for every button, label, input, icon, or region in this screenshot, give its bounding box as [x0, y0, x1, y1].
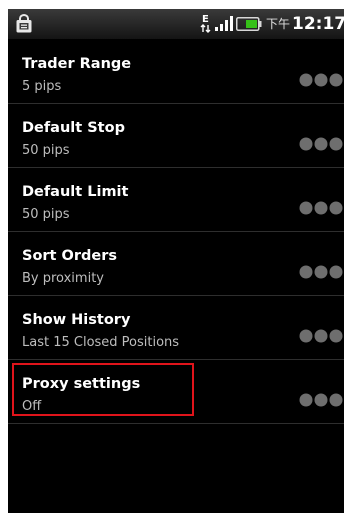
setting-title: Sort Orders — [22, 248, 118, 264]
status-ampm: 下午 — [266, 17, 291, 31]
data-arrows-icon: E — [200, 14, 211, 33]
status-clock: 12:17 — [292, 14, 344, 34]
setting-title: Proxy settings — [22, 376, 141, 392]
setting-summary: 5 pips — [22, 79, 62, 94]
setting-title: Default Stop — [22, 120, 125, 136]
phone-screen: E 下午 12:17 Trader Range 5 pips Default S… — [8, 9, 344, 513]
setting-title: Default Limit — [22, 184, 129, 200]
shopping-bag-icon — [16, 14, 32, 33]
setting-summary: By proximity — [22, 271, 104, 286]
setting-summary: Off — [22, 399, 42, 414]
more-dots-icon — [299, 201, 343, 215]
setting-proxy-settings[interactable]: Proxy settings Off — [8, 360, 344, 424]
battery-icon — [236, 17, 262, 31]
more-dots-icon — [299, 137, 343, 151]
more-dots-icon — [299, 329, 343, 343]
network-type-label: E — [202, 14, 209, 25]
more-dots-icon — [299, 265, 343, 279]
setting-title: Show History — [22, 312, 131, 328]
setting-summary: 50 pips — [22, 207, 70, 222]
more-dots-icon — [299, 393, 343, 407]
setting-sort-orders[interactable]: Sort Orders By proximity — [8, 232, 344, 296]
setting-default-stop[interactable]: Default Stop 50 pips — [8, 104, 344, 168]
setting-default-limit[interactable]: Default Limit 50 pips — [8, 168, 344, 232]
setting-show-history[interactable]: Show History Last 15 Closed Positions — [8, 296, 344, 360]
status-bar: E 下午 12:17 — [8, 9, 344, 40]
setting-title: Trader Range — [22, 56, 132, 72]
setting-summary: Last 15 Closed Positions — [22, 335, 180, 350]
more-dots-icon — [299, 73, 343, 87]
setting-summary: 50 pips — [22, 143, 70, 158]
signal-icon — [215, 16, 233, 31]
settings-list: Trader Range 5 pips Default Stop 50 pips… — [8, 40, 344, 424]
setting-trader-range[interactable]: Trader Range 5 pips — [8, 40, 344, 104]
